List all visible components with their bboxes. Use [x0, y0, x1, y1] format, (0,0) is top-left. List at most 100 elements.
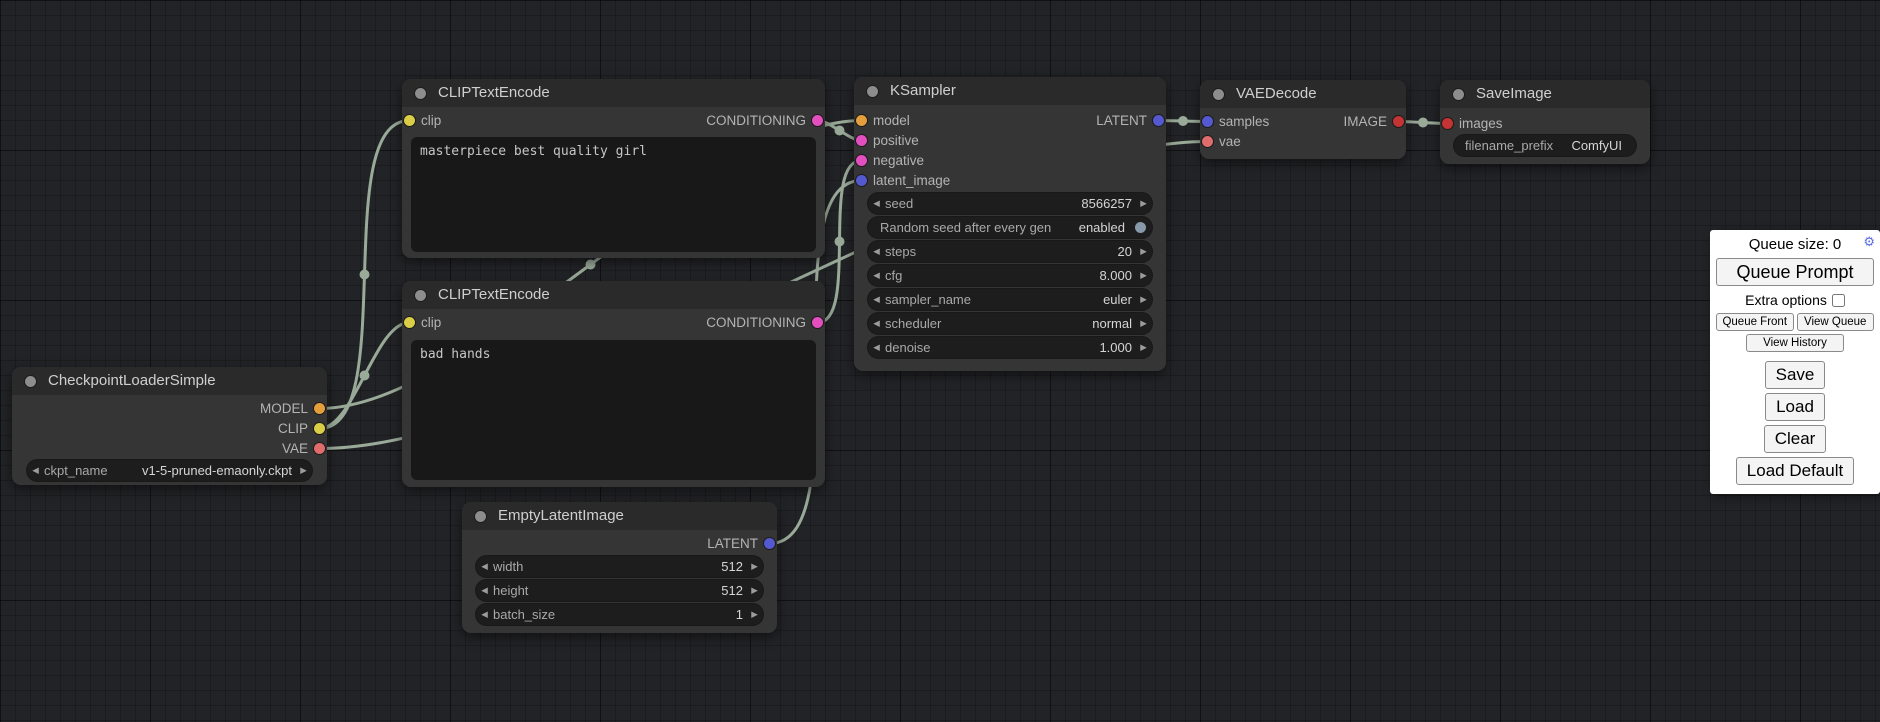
- output-slot-image[interactable]: IMAGE: [1200, 112, 1406, 132]
- images-input-dot[interactable]: [1442, 118, 1453, 129]
- toggle-indicator-dot[interactable]: [1135, 222, 1146, 233]
- output-slot-model[interactable]: MODEL: [12, 399, 327, 419]
- output-slot-latent[interactable]: LATENT: [854, 111, 1166, 131]
- widget-label: batch_size: [493, 607, 555, 622]
- settings-gear-icon[interactable]: ⚙: [1863, 235, 1875, 248]
- node-saveimage[interactable]: SaveImage images filename_prefix ComfyUI: [1440, 80, 1650, 164]
- conditioning-output-dot[interactable]: [812, 317, 823, 328]
- view-queue-button[interactable]: View Queue: [1797, 313, 1875, 331]
- graph-canvas[interactable]: CheckpointLoaderSimple MODEL CLIP VAE ◀ …: [0, 0, 1880, 722]
- sampler-name-widget[interactable]: ◀ sampler_name euler ▶: [868, 289, 1152, 310]
- node-collapse-dot[interactable]: [415, 290, 426, 301]
- widget-value: 512: [721, 583, 746, 598]
- increment-arrow-icon[interactable]: ▶: [746, 609, 763, 620]
- decrement-arrow-icon[interactable]: ◀: [868, 198, 885, 209]
- node-ksampler[interactable]: KSampler model positive negative latent_…: [854, 77, 1166, 371]
- decrement-arrow-icon[interactable]: ◀: [868, 342, 885, 353]
- decrement-arrow-icon[interactable]: ◀: [476, 561, 493, 572]
- input-slot-vae[interactable]: vae: [1200, 132, 1406, 152]
- widget-label: seed: [885, 196, 913, 211]
- scheduler-widget[interactable]: ◀ scheduler normal ▶: [868, 313, 1152, 334]
- output-slot-clip[interactable]: CLIP: [12, 419, 327, 439]
- save-button[interactable]: Save: [1765, 361, 1826, 389]
- node-checkpointloadersimple[interactable]: CheckpointLoaderSimple MODEL CLIP VAE ◀ …: [12, 367, 327, 485]
- node-collapse-dot[interactable]: [867, 86, 878, 97]
- input-slot-images[interactable]: images: [1440, 114, 1650, 134]
- node-title-bar[interactable]: KSampler: [854, 77, 1166, 105]
- clip-output-dot[interactable]: [314, 423, 325, 434]
- increment-arrow-icon[interactable]: ▶: [746, 585, 763, 596]
- cfg-widget[interactable]: ◀ cfg 8.000 ▶: [868, 265, 1152, 286]
- load-default-button[interactable]: Load Default: [1736, 457, 1854, 485]
- denoise-widget[interactable]: ◀ denoise 1.000 ▶: [868, 337, 1152, 358]
- negative-input-dot[interactable]: [856, 155, 867, 166]
- negative-prompt-textarea[interactable]: bad hands: [411, 340, 816, 480]
- decrement-arrow-icon[interactable]: ◀: [868, 246, 885, 257]
- node-vaedecode[interactable]: VAEDecode samples vae IMAGE: [1200, 80, 1406, 159]
- latent-output-dot[interactable]: [764, 538, 775, 549]
- node-collapse-dot[interactable]: [475, 511, 486, 522]
- output-slot-latent[interactable]: LATENT: [462, 534, 777, 554]
- widget-label: height: [493, 583, 528, 598]
- node-collapse-dot[interactable]: [415, 88, 426, 99]
- model-output-dot[interactable]: [314, 403, 325, 414]
- increment-arrow-icon[interactable]: ▶: [1135, 270, 1152, 281]
- positive-prompt-textarea[interactable]: masterpiece best quality girl: [411, 137, 816, 252]
- node-cliptextencode-positive[interactable]: CLIPTextEncode clip CONDITIONING masterp…: [402, 79, 825, 258]
- node-title-bar[interactable]: CLIPTextEncode: [402, 79, 825, 107]
- decrement-arrow-icon[interactable]: ◀: [27, 465, 44, 476]
- output-slot-conditioning[interactable]: CONDITIONING: [402, 313, 825, 333]
- clear-button[interactable]: Clear: [1764, 425, 1827, 453]
- output-slot-conditioning[interactable]: CONDITIONING: [402, 111, 825, 131]
- input-slot-positive[interactable]: positive: [854, 131, 1166, 151]
- decrement-arrow-icon[interactable]: ◀: [868, 270, 885, 281]
- node-collapse-dot[interactable]: [1213, 89, 1224, 100]
- view-history-button[interactable]: View History: [1746, 334, 1844, 352]
- extra-options-checkbox[interactable]: [1832, 294, 1845, 307]
- filename-prefix-widget[interactable]: filename_prefix ComfyUI: [1454, 135, 1636, 156]
- node-emptylatentimage[interactable]: EmptyLatentImage LATENT ◀ width 512 ▶ ◀ …: [462, 502, 777, 633]
- node-title-bar[interactable]: EmptyLatentImage: [462, 502, 777, 530]
- queue-size-label: Queue size: 0: [1749, 236, 1842, 253]
- increment-arrow-icon[interactable]: ▶: [295, 465, 312, 476]
- node-title: CLIPTextEncode: [438, 79, 550, 107]
- queue-prompt-button[interactable]: Queue Prompt: [1716, 258, 1874, 286]
- queue-front-button[interactable]: Queue Front: [1716, 313, 1794, 331]
- increment-arrow-icon[interactable]: ▶: [1135, 318, 1152, 329]
- increment-arrow-icon[interactable]: ▶: [746, 561, 763, 572]
- node-collapse-dot[interactable]: [1453, 89, 1464, 100]
- ckpt-name-widget[interactable]: ◀ ckpt_name v1-5-pruned-emaonly.ckpt ▶: [27, 460, 312, 481]
- width-widget[interactable]: ◀ width 512 ▶: [476, 556, 763, 577]
- steps-widget[interactable]: ◀ steps 20 ▶: [868, 241, 1152, 262]
- latent-output-dot[interactable]: [1153, 115, 1164, 126]
- seed-widget[interactable]: ◀ seed 8566257 ▶: [868, 193, 1152, 214]
- decrement-arrow-icon[interactable]: ◀: [868, 294, 885, 305]
- height-widget[interactable]: ◀ height 512 ▶: [476, 580, 763, 601]
- batch-size-widget[interactable]: ◀ batch_size 1 ▶: [476, 604, 763, 625]
- node-cliptextencode-negative[interactable]: CLIPTextEncode clip CONDITIONING bad han…: [402, 281, 825, 487]
- node-title-bar[interactable]: SaveImage: [1440, 80, 1650, 108]
- increment-arrow-icon[interactable]: ▶: [1135, 342, 1152, 353]
- conditioning-output-dot[interactable]: [812, 115, 823, 126]
- decrement-arrow-icon[interactable]: ◀: [476, 585, 493, 596]
- increment-arrow-icon[interactable]: ▶: [1135, 246, 1152, 257]
- increment-arrow-icon[interactable]: ▶: [1135, 198, 1152, 209]
- node-collapse-dot[interactable]: [25, 376, 36, 387]
- vae-output-dot[interactable]: [314, 443, 325, 454]
- slot-label: LATENT: [1096, 111, 1147, 131]
- node-title-bar[interactable]: VAEDecode: [1200, 80, 1406, 108]
- decrement-arrow-icon[interactable]: ◀: [476, 609, 493, 620]
- node-title-bar[interactable]: CLIPTextEncode: [402, 281, 825, 309]
- latent-image-input-dot[interactable]: [856, 175, 867, 186]
- load-button[interactable]: Load: [1765, 393, 1825, 421]
- positive-input-dot[interactable]: [856, 135, 867, 146]
- input-slot-negative[interactable]: negative: [854, 151, 1166, 171]
- increment-arrow-icon[interactable]: ▶: [1135, 294, 1152, 305]
- vae-input-dot[interactable]: [1202, 136, 1213, 147]
- random-seed-toggle-widget[interactable]: Random seed after every gen enabled: [868, 217, 1152, 238]
- decrement-arrow-icon[interactable]: ◀: [868, 318, 885, 329]
- image-output-dot[interactable]: [1393, 116, 1404, 127]
- input-slot-latent-image[interactable]: latent_image: [854, 171, 1166, 191]
- node-title-bar[interactable]: CheckpointLoaderSimple: [12, 367, 327, 395]
- output-slot-vae[interactable]: VAE: [12, 439, 327, 459]
